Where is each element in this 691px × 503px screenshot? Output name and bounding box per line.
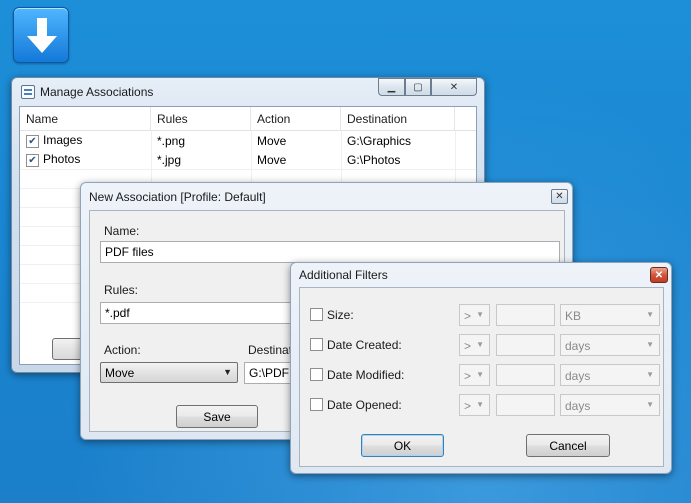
date-created-unit-select[interactable]: days ▼ bbox=[560, 334, 660, 356]
date-created-unit-value: days bbox=[565, 339, 591, 353]
column-header-filler bbox=[455, 107, 476, 130]
row-checkbox[interactable]: ✔ bbox=[26, 153, 39, 167]
cancel-button[interactable]: Cancel bbox=[526, 434, 610, 457]
column-header-rules[interactable]: Rules bbox=[151, 107, 251, 130]
filters-form: Size: > ▼ KB ▼ Date Created: > ▼ days ▼ bbox=[299, 287, 664, 467]
list-item[interactable]: ✔ Photos *.jpg Move G:\Photos bbox=[20, 150, 476, 169]
chevron-down-icon: ▼ bbox=[646, 370, 654, 379]
rules-label: Rules: bbox=[104, 283, 139, 297]
date-created-operator-value: > bbox=[464, 339, 472, 353]
date-opened-label: Date Opened: bbox=[327, 398, 402, 412]
chevron-down-icon: ▼ bbox=[476, 340, 484, 349]
close-icon[interactable]: ✕ bbox=[431, 78, 477, 96]
new-association-titlebar[interactable]: New Association [Profile: Default] bbox=[81, 183, 572, 211]
date-opened-unit-value: days bbox=[565, 399, 591, 413]
ok-button[interactable]: OK bbox=[361, 434, 444, 457]
size-value-input[interactable] bbox=[496, 304, 555, 326]
download-arrow-icon[interactable] bbox=[13, 7, 69, 63]
filters-title: Additional Filters bbox=[299, 268, 388, 282]
date-modified-checkbox[interactable] bbox=[310, 368, 323, 381]
date-created-checkbox[interactable] bbox=[310, 338, 323, 351]
date-opened-checkbox[interactable] bbox=[310, 398, 323, 411]
size-operator-value: > bbox=[464, 309, 472, 323]
filter-row-date-modified: Date Modified: > ▼ days ▼ bbox=[300, 364, 665, 386]
row-action: Move bbox=[257, 133, 287, 148]
list-header: Name Rules Action Destination bbox=[20, 107, 476, 131]
close-icon[interactable]: ✕ bbox=[650, 267, 668, 283]
manage-window-title: Manage Associations bbox=[40, 85, 154, 99]
date-modified-value-input[interactable] bbox=[496, 364, 555, 386]
date-modified-label: Date Modified: bbox=[327, 368, 405, 382]
date-opened-value-input[interactable] bbox=[496, 394, 555, 416]
name-input[interactable]: PDF files bbox=[100, 241, 560, 263]
action-select[interactable]: Move ▼ bbox=[100, 362, 238, 383]
size-unit-select[interactable]: KB ▼ bbox=[560, 304, 660, 326]
date-opened-operator-value: > bbox=[464, 399, 472, 413]
date-created-label: Date Created: bbox=[327, 338, 402, 352]
column-header-action[interactable]: Action bbox=[251, 107, 341, 130]
chevron-down-icon: ▼ bbox=[476, 310, 484, 319]
chevron-down-icon: ▼ bbox=[646, 340, 654, 349]
filter-row-date-created: Date Created: > ▼ days ▼ bbox=[300, 334, 665, 356]
chevron-down-icon: ▼ bbox=[476, 370, 484, 379]
list-item[interactable]: ✔ Images *.png Move G:\Graphics bbox=[20, 131, 476, 150]
date-created-value-input[interactable] bbox=[496, 334, 555, 356]
row-checkbox[interactable]: ✔ bbox=[26, 134, 39, 148]
size-unit-value: KB bbox=[565, 309, 582, 323]
date-modified-operator-value: > bbox=[464, 369, 472, 383]
action-select-value: Move bbox=[105, 366, 135, 380]
name-label: Name: bbox=[104, 224, 140, 238]
date-modified-unit-select[interactable]: days ▼ bbox=[560, 364, 660, 386]
date-opened-operator-select[interactable]: > ▼ bbox=[459, 394, 490, 416]
date-opened-unit-select[interactable]: days ▼ bbox=[560, 394, 660, 416]
row-destination: G:\Graphics bbox=[347, 133, 412, 148]
destination-label: Destinati bbox=[248, 343, 295, 357]
filter-row-size: Size: > ▼ KB ▼ bbox=[300, 304, 665, 326]
close-icon[interactable]: ✕ bbox=[551, 189, 568, 204]
chevron-down-icon: ▼ bbox=[223, 367, 232, 377]
chevron-down-icon: ▼ bbox=[476, 400, 484, 409]
row-name: Images bbox=[43, 133, 83, 148]
filters-titlebar[interactable]: Additional Filters bbox=[291, 263, 671, 287]
column-header-destination[interactable]: Destination bbox=[341, 107, 455, 130]
row-name: Photos bbox=[43, 152, 81, 167]
size-operator-select[interactable]: > ▼ bbox=[459, 304, 490, 326]
save-button[interactable]: Save bbox=[176, 405, 258, 428]
additional-filters-window: Additional Filters ✕ Size: > ▼ KB ▼ Date… bbox=[290, 262, 672, 474]
size-checkbox[interactable] bbox=[310, 308, 323, 321]
row-destination: G:\Photos bbox=[347, 152, 401, 167]
row-rules: *.png bbox=[157, 133, 186, 148]
new-association-title: New Association [Profile: Default] bbox=[89, 190, 266, 204]
size-label: Size: bbox=[327, 308, 354, 322]
minimize-icon[interactable]: ▁ bbox=[378, 78, 405, 96]
date-modified-operator-select[interactable]: > ▼ bbox=[459, 364, 490, 386]
action-label: Action: bbox=[104, 343, 141, 357]
chevron-down-icon: ▼ bbox=[646, 400, 654, 409]
filter-row-date-opened: Date Opened: > ▼ days ▼ bbox=[300, 394, 665, 416]
date-modified-unit-value: days bbox=[565, 369, 591, 383]
row-action: Move bbox=[257, 152, 287, 167]
maximize-icon[interactable]: ▢ bbox=[405, 78, 431, 96]
date-created-operator-select[interactable]: > ▼ bbox=[459, 334, 490, 356]
chevron-down-icon: ▼ bbox=[646, 310, 654, 319]
column-header-name[interactable]: Name bbox=[20, 107, 151, 130]
row-rules: *.jpg bbox=[157, 152, 182, 167]
